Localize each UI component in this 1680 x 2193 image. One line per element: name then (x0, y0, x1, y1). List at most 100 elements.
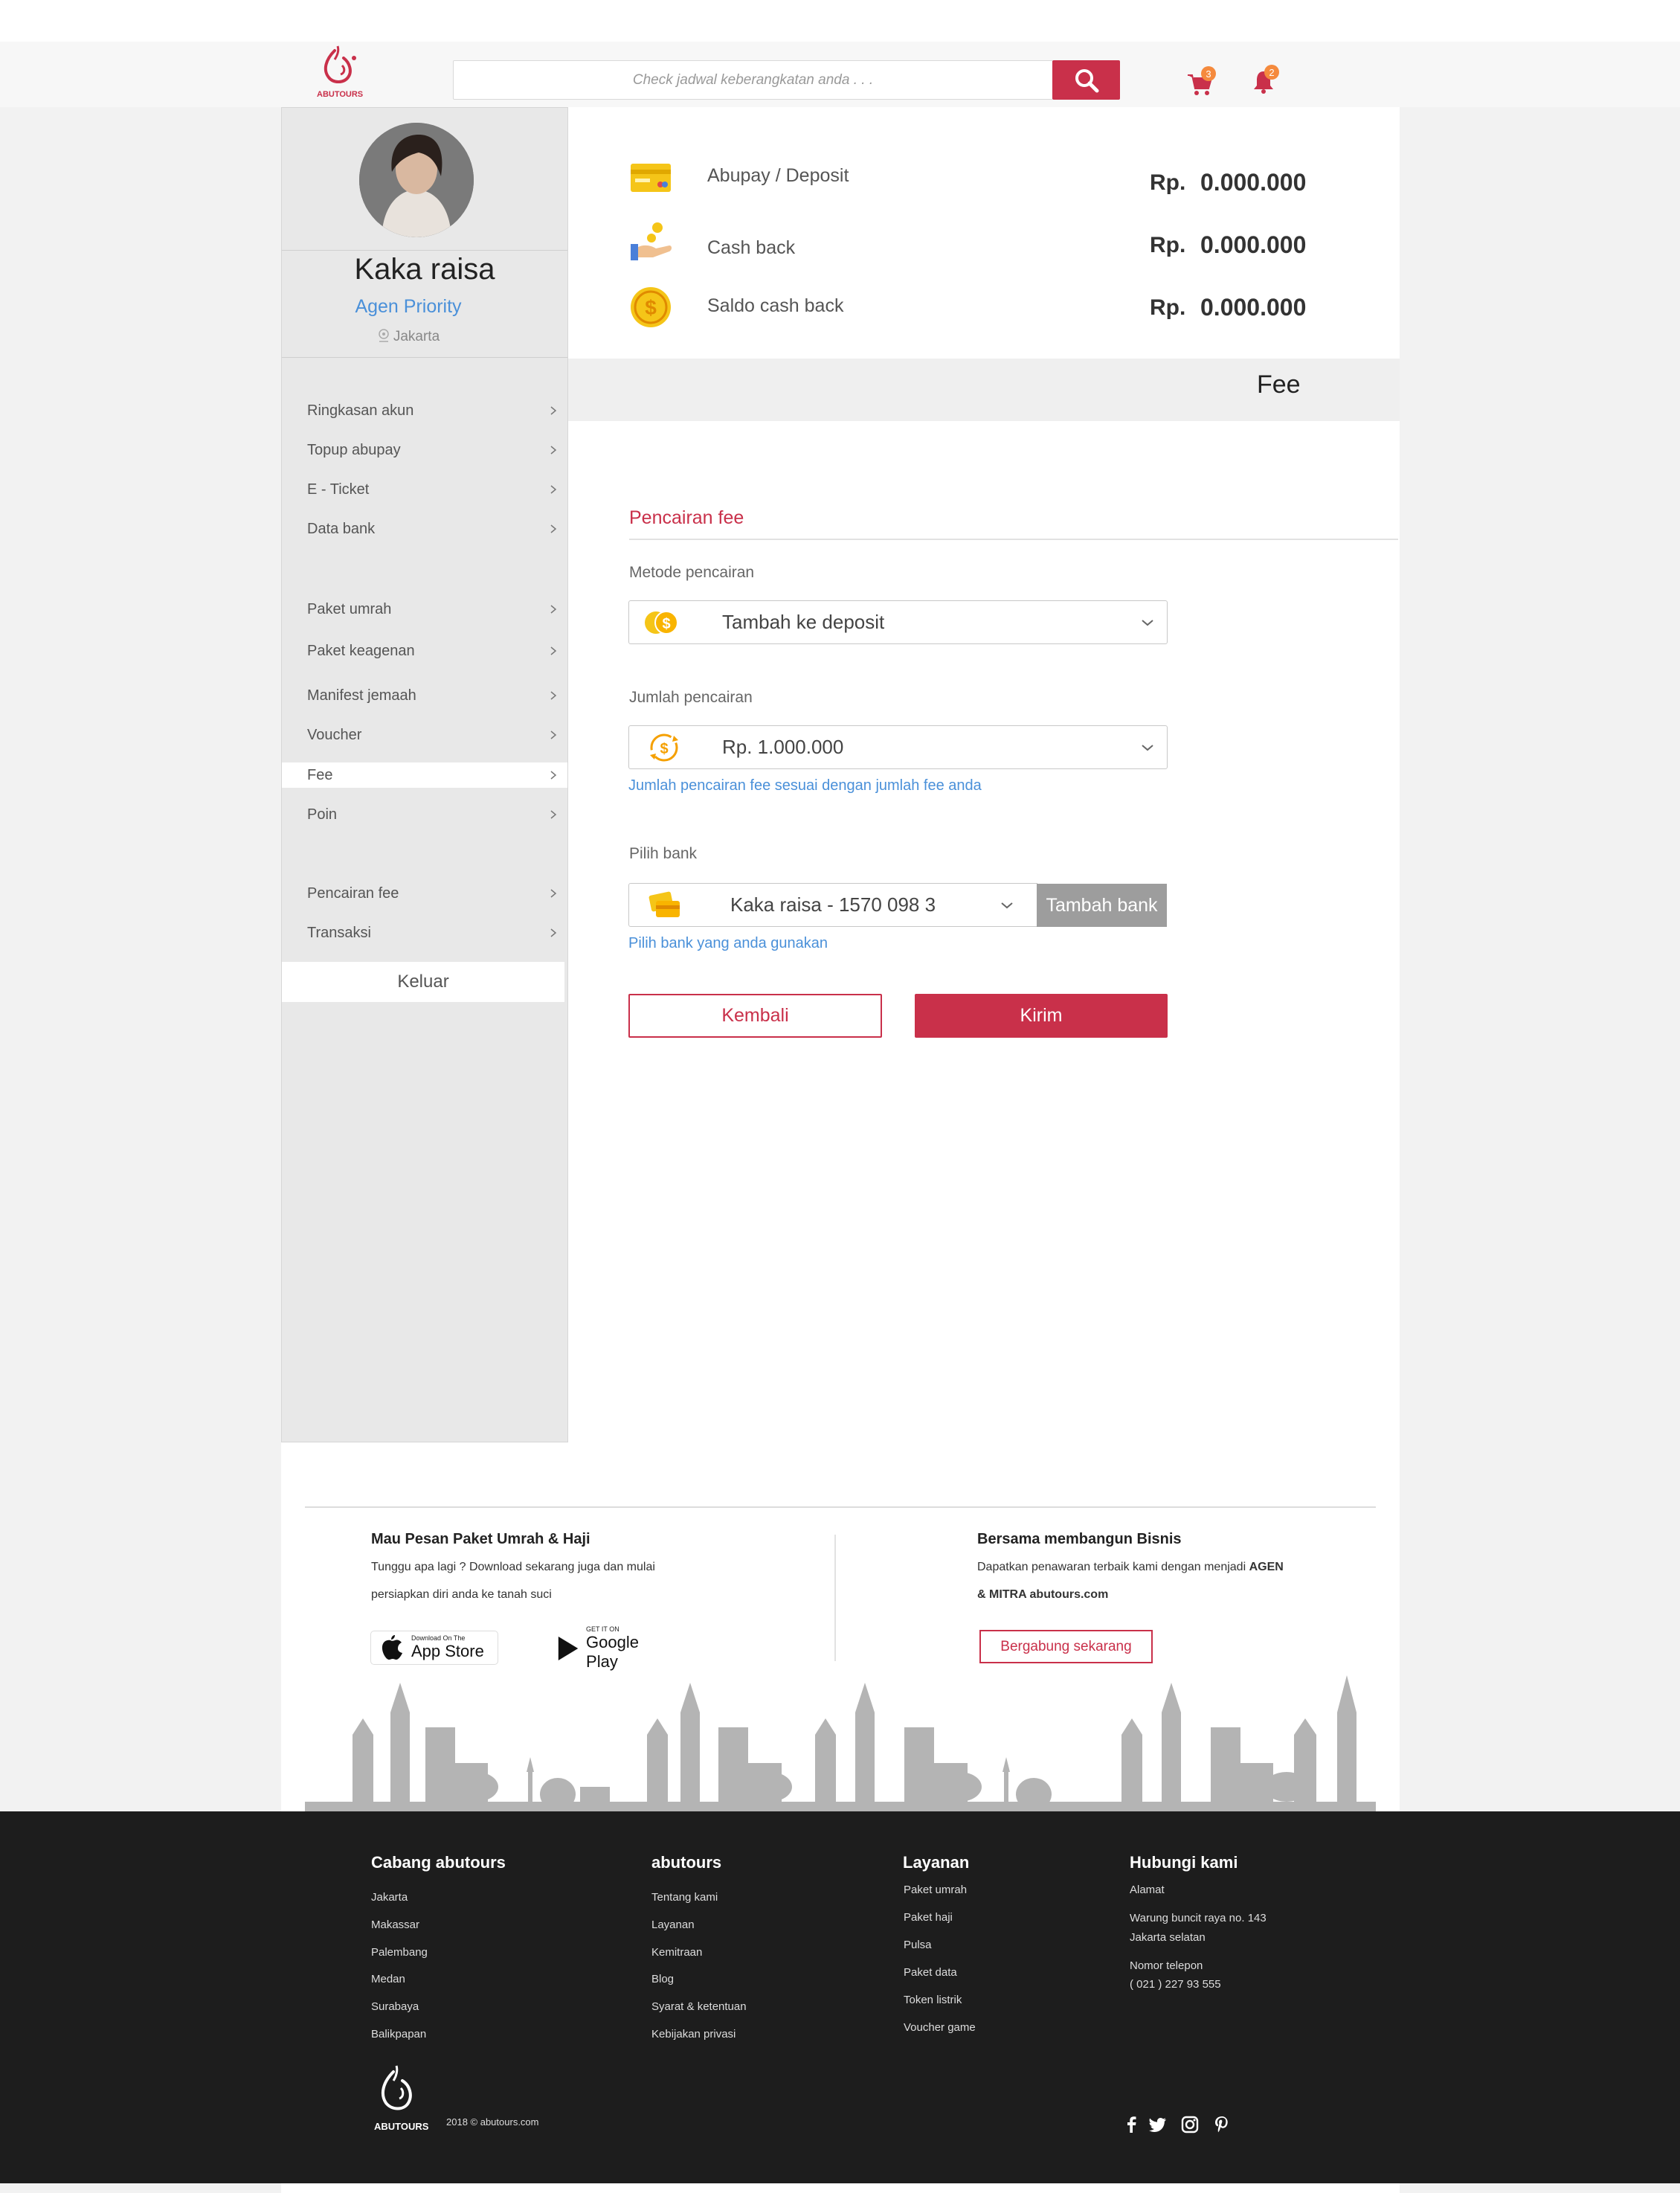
sidebar-item-label: Fee (307, 766, 333, 783)
footer-link[interactable]: Medan (371, 1973, 405, 1985)
chevron-right-icon (550, 731, 557, 739)
avatar[interactable] (359, 123, 474, 237)
sidebar-item-pencairan-fee[interactable]: Pencairan fee (282, 881, 567, 906)
sidebar-item-paket-umrah[interactable]: Paket umrah (282, 597, 567, 622)
footer-link[interactable]: Paket haji (904, 1911, 953, 1924)
sidebar-item-voucher[interactable]: Voucher (282, 722, 567, 748)
footer-phone-label: Nomor telepon (1130, 1959, 1203, 1972)
chevron-right-icon (550, 446, 557, 455)
page-title: Fee (1257, 370, 1301, 399)
promo-left-text-1: Tunggu apa lagi ? Download sekarang juga… (371, 1561, 655, 1573)
apple-icon (382, 1635, 402, 1660)
chevron-right-icon (550, 605, 557, 614)
balance-currency-saldo-cashback: Rp. (1150, 295, 1186, 320)
search-bar[interactable] (453, 60, 1053, 100)
search-input[interactable] (454, 61, 1052, 99)
amount-select-value: Rp. 1.000.000 (722, 736, 844, 758)
chevron-right-icon (550, 928, 557, 937)
footer-link[interactable]: Jakarta (371, 1891, 408, 1904)
footer-col2-title: abutours (651, 1853, 722, 1872)
svg-text:ABUTOURS: ABUTOURS (317, 90, 363, 99)
bank-select[interactable]: Kaka raisa - 1570 098 3 (628, 883, 1037, 927)
svg-text:$: $ (660, 741, 668, 757)
back-button[interactable]: Kembali (628, 994, 882, 1038)
footer-link[interactable]: Makassar (371, 1919, 419, 1931)
footer-link[interactable]: Blog (651, 1973, 674, 1985)
footer-link[interactable]: Pulsa (904, 1939, 932, 1951)
app-store-button[interactable]: Download On The App Store (370, 1631, 498, 1665)
sidebar-item-transaksi[interactable]: Transaksi (282, 920, 567, 945)
sidebar-item-label: Paket keagenan (307, 642, 415, 659)
app-store-small-text: Download On The (411, 1634, 466, 1642)
sidebar-item-label: Pencairan fee (307, 884, 399, 902)
footer-link[interactable]: Token listrik (904, 1994, 962, 2006)
footer-address-label: Alamat (1130, 1884, 1165, 1896)
balance-currency-cashback: Rp. (1150, 233, 1186, 257)
bottom-panel-edge (281, 2183, 1400, 2193)
sidebar-item-manifest-jemaah[interactable]: Manifest jemaah (282, 683, 567, 708)
svg-text:$: $ (662, 616, 670, 632)
promo-right-text-2a: & MITRA (977, 1588, 1030, 1601)
footer-link[interactable]: Kebijakan privasi (651, 2028, 736, 2041)
sidebar-item-data-bank[interactable]: Data bank (282, 516, 567, 542)
sidebar-item-topup-abupay[interactable]: Topup abupay (282, 437, 567, 463)
footer-link[interactable]: Layanan (651, 1919, 695, 1931)
sidebar-item-ringkasan-akun[interactable]: Ringkasan akun (282, 398, 567, 423)
sidebar-item-paket-keagenan[interactable]: Paket keagenan (282, 638, 567, 664)
footer-link[interactable]: Voucher game (904, 2021, 976, 2034)
coins-icon: $ (645, 610, 678, 635)
pinterest-icon[interactable] (1212, 2115, 1232, 2134)
join-now-button[interactable]: Bergabung sekarang (979, 1630, 1153, 1663)
chevron-down-icon (1142, 619, 1153, 626)
avatar-image (359, 123, 474, 237)
cart-button[interactable]: 3 (1186, 66, 1216, 97)
sidebar-item-poin[interactable]: Poin (282, 802, 567, 827)
submit-button[interactable]: Kirim (915, 994, 1168, 1038)
dollar-coin-icon: $ (631, 287, 671, 327)
sidebar-item-label: E - Ticket (307, 481, 370, 498)
sidebar-item-label: Topup abupay (307, 441, 401, 458)
sidebar-item-e-ticket[interactable]: E - Ticket (282, 477, 567, 502)
sidebar-item-label: Paket umrah (307, 600, 392, 617)
footer-link[interactable]: Surabaya (371, 2000, 419, 2013)
footer-phone-value: ( 021 ) 227 93 555 (1130, 1978, 1221, 1991)
promo-right-text-1: Dapatkan penawaran terbaik kami dengan m… (977, 1561, 1284, 1574)
city-skyline-illustration (305, 1675, 1376, 1811)
chevron-right-icon (550, 485, 557, 494)
twitter-icon[interactable] (1148, 2115, 1168, 2134)
promo-left-title: Mau Pesan Paket Umrah & Haji (371, 1531, 590, 1547)
instagram-icon[interactable] (1180, 2115, 1200, 2134)
footer-link[interactable]: Paket data (904, 1966, 957, 1979)
footer-link[interactable]: Kemitraan (651, 1946, 702, 1959)
balance-label-abupay: Abupay / Deposit (707, 165, 849, 186)
profile-role: Agen Priority (355, 296, 462, 317)
footer-link[interactable]: Paket umrah (904, 1884, 967, 1896)
promo-right-text-2: & MITRA abutours.com (977, 1588, 1108, 1602)
footer-link[interactable]: Tentang kami (651, 1891, 718, 1904)
footer-copyright: 2018 © abutours.com (446, 2116, 539, 2128)
footer-link[interactable]: Syarat & ketentuan (651, 2000, 747, 2013)
section-title: Pencairan fee (629, 507, 744, 528)
sidebar-item-fee[interactable]: Fee (282, 762, 567, 788)
bank-select-value: Kaka raisa - 1570 098 3 (730, 893, 936, 916)
facebook-icon[interactable] (1122, 2115, 1142, 2134)
sidebar-item-label: Transaksi (307, 924, 371, 941)
abutours-logo[interactable]: ABUTOURS (312, 45, 369, 104)
footer-link[interactable]: Palembang (371, 1946, 428, 1959)
balance-value-abupay: 0.000.000 (1200, 169, 1307, 196)
promo-divider (834, 1535, 836, 1661)
add-bank-button[interactable]: Tambah bank (1037, 884, 1167, 927)
method-select[interactable]: $ Tambah ke deposit (628, 600, 1168, 644)
svg-text:ABUTOURS: ABUTOURS (374, 2121, 429, 2132)
footer-link[interactable]: Balikpapan (371, 2028, 426, 2041)
promo-right-text-2b: abutours.com (1029, 1588, 1109, 1601)
amount-select[interactable]: $ Rp. 1.000.000 (628, 725, 1168, 769)
logout-button[interactable]: Keluar (282, 962, 564, 1002)
search-button[interactable] (1052, 60, 1120, 100)
promo-right-text-1b: AGEN (1249, 1561, 1284, 1573)
notification-button[interactable]: 2 (1252, 65, 1279, 97)
location-pin-icon (379, 329, 389, 342)
google-play-button[interactable]: GET IT ON Google Play (555, 1625, 670, 1671)
amount-label: Jumlah pencairan (629, 689, 753, 706)
google-play-small-text: GET IT ON (586, 1625, 619, 1633)
